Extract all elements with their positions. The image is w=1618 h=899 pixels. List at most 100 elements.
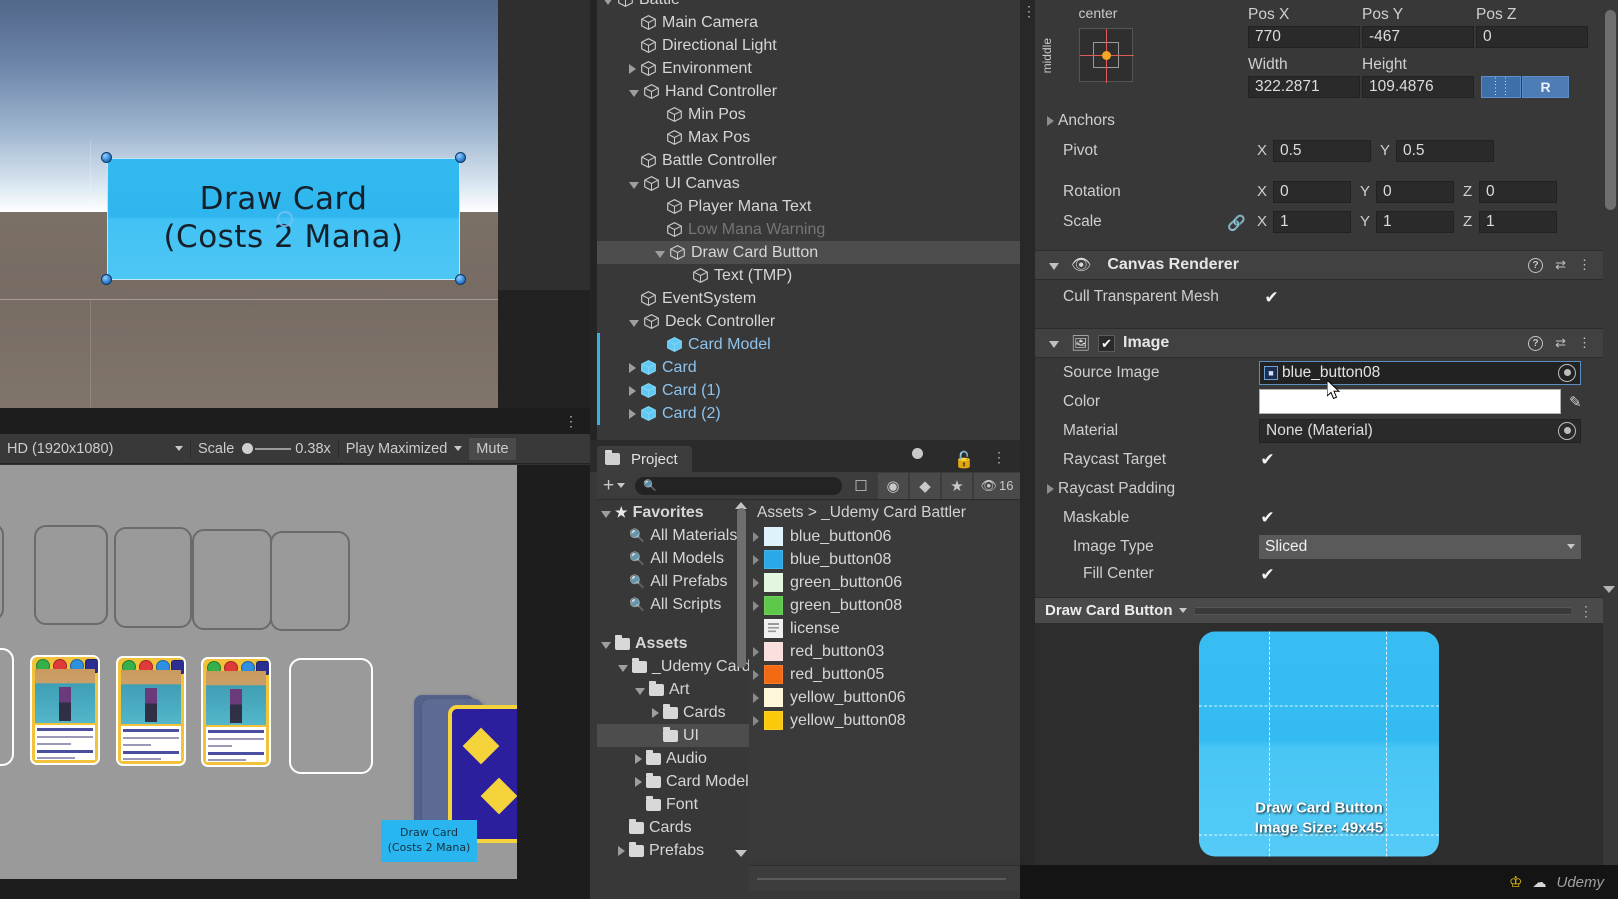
hand-slot-empty[interactable] bbox=[289, 658, 373, 774]
image-type-dropdown[interactable]: Sliced bbox=[1259, 534, 1581, 559]
hierarchy-item-battle-controller[interactable]: Battle Controller bbox=[597, 149, 1020, 172]
anchor-preset-button[interactable] bbox=[1079, 28, 1134, 83]
canvas-renderer-header[interactable]: 👁 Canvas Renderer ? ⇄ ⋮ bbox=[1035, 250, 1603, 280]
project-asset-list[interactable]: Assets > _Udemy Card Battler blue_button… bbox=[749, 501, 1020, 861]
asset-row-yellow_button06[interactable]: yellow_button06 bbox=[749, 686, 1020, 709]
asset-row-blue_button06[interactable]: blue_button06 bbox=[749, 525, 1020, 548]
pos-y-field[interactable]: -467 bbox=[1362, 26, 1474, 48]
project-search-input[interactable]: 🔍 bbox=[635, 476, 842, 495]
project-tree-item-card-models[interactable]: Card Models bbox=[597, 770, 749, 793]
hierarchy-item-deck-controller[interactable]: Deck Controller bbox=[597, 310, 1020, 333]
resize-handle-top-right[interactable] bbox=[455, 152, 466, 163]
chevron-down-icon-4[interactable] bbox=[1049, 263, 1059, 270]
object-picker-icon[interactable] bbox=[1558, 363, 1576, 382]
visibility-count-badge[interactable]: 👁 16 bbox=[974, 472, 1020, 499]
chevron-right-icon[interactable] bbox=[753, 715, 759, 726]
thumbnail-zoom-knob[interactable] bbox=[912, 448, 923, 459]
create-asset-button[interactable]: + bbox=[597, 473, 631, 499]
asset-row-yellow_button08[interactable]: yellow_button08 bbox=[749, 709, 1020, 732]
chevron-right-icon[interactable] bbox=[635, 753, 642, 764]
project-panel-menu-icon[interactable]: ⋮ bbox=[992, 450, 1006, 464]
preview-object-name[interactable]: Draw Card Button bbox=[1035, 602, 1179, 619]
thumbnail-zoom-track[interactable] bbox=[757, 878, 1006, 880]
hand-card[interactable] bbox=[116, 656, 186, 766]
hierarchy-item-battle[interactable]: Battle bbox=[597, 0, 1020, 11]
asset-row-green_button08[interactable]: green_button08 bbox=[749, 594, 1020, 617]
component-menu-icon-2[interactable]: ⋮ bbox=[1578, 335, 1591, 351]
component-menu-icon[interactable]: ⋮ bbox=[1578, 257, 1591, 273]
asset-row-blue_button08[interactable]: blue_button08 bbox=[749, 548, 1020, 571]
pivot-y-field[interactable]: 0.5 bbox=[1396, 140, 1494, 162]
board-slot[interactable] bbox=[0, 523, 4, 621]
help-icon[interactable]: ? bbox=[1528, 257, 1544, 273]
image-enabled-checkbox[interactable]: ✔ bbox=[1098, 334, 1116, 352]
inspector-scroll-down-icon[interactable] bbox=[1603, 586, 1615, 593]
hierarchy-item-low-mana-warning[interactable]: Low Mana Warning bbox=[597, 218, 1020, 241]
chevron-right-icon[interactable] bbox=[629, 408, 636, 419]
chevron-down-icon[interactable] bbox=[629, 181, 639, 189]
scale-slider-track[interactable] bbox=[255, 447, 292, 450]
mute-audio-button[interactable]: Mute bbox=[469, 437, 516, 460]
board-slot[interactable] bbox=[114, 527, 192, 628]
lock-icon[interactable]: 🔓 bbox=[954, 450, 974, 470]
resize-handle-bottom-left[interactable] bbox=[101, 274, 112, 285]
hierarchy-item-card[interactable]: Card bbox=[597, 356, 1020, 379]
hierarchy-item-directional-light[interactable]: Directional Light bbox=[597, 34, 1020, 57]
asset-row-red_button05[interactable]: red_button05 bbox=[749, 663, 1020, 686]
preview-menu-icon[interactable]: ⋮ bbox=[1579, 604, 1593, 618]
project-tab[interactable]: Project bbox=[597, 446, 692, 472]
blueprint-mode-button[interactable]: ⋮⋮ ⋮⋮ bbox=[1481, 76, 1521, 98]
eyedropper-icon[interactable]: ✎ bbox=[1569, 393, 1591, 411]
scale-slider[interactable]: Scale 0.38x bbox=[191, 434, 338, 464]
object-picker-icon-2[interactable] bbox=[1558, 421, 1576, 440]
chevron-down-icon[interactable] bbox=[629, 319, 639, 327]
hierarchy-item-eventsystem[interactable]: EventSystem bbox=[597, 287, 1020, 310]
project-folder-tree[interactable]: ★ Favorites 🔍 All Materials 🔍 All Models 🔍 All … bbox=[597, 501, 749, 861]
hierarchy-item-text-tmp[interactable]: Text (TMP) bbox=[597, 264, 1020, 287]
breadcrumb[interactable]: Assets > _Udemy Card Battler bbox=[749, 501, 1020, 525]
inspector-panel[interactable]: ⋮ center middle Pos X Pos Y Pos Z 770 -4… bbox=[1020, 0, 1618, 899]
game-panel-menu-icon[interactable]: ⋮ bbox=[564, 414, 578, 428]
raw-edit-mode-button[interactable]: R bbox=[1522, 76, 1569, 98]
chevron-right-icon[interactable] bbox=[753, 600, 759, 611]
chevron-down-icon[interactable] bbox=[635, 687, 645, 695]
chevron-right-icon[interactable] bbox=[629, 63, 636, 74]
chevron-right-icon[interactable] bbox=[753, 531, 759, 542]
hierarchy-item-card-1[interactable]: Card (1) bbox=[597, 379, 1020, 402]
filter-by-type-button[interactable]: ◉ bbox=[878, 472, 908, 499]
chevron-right-icon[interactable] bbox=[753, 669, 759, 680]
scale-slider-knob[interactable] bbox=[242, 443, 254, 454]
hierarchy-item-card-2[interactable]: Card (2) bbox=[597, 402, 1020, 425]
search-in-scene-button[interactable]: ☐ bbox=[846, 473, 876, 499]
project-tree-item-all-prefabs[interactable]: 🔍 All Prefabs bbox=[597, 570, 749, 593]
chevron-right-icon[interactable] bbox=[753, 692, 759, 703]
anchors-foldout[interactable]: Anchors bbox=[1047, 112, 1115, 130]
hand-slot[interactable] bbox=[0, 648, 14, 766]
resize-handle-bottom-right[interactable] bbox=[455, 274, 466, 285]
anchor-preset-widget[interactable] bbox=[1079, 28, 1134, 83]
tree-scrollbar[interactable] bbox=[737, 508, 746, 668]
chevron-right-icon[interactable] bbox=[618, 845, 625, 856]
preset-icon[interactable]: ⇄ bbox=[1555, 257, 1566, 273]
resolution-dropdown[interactable]: HD (1920x1080) bbox=[0, 434, 190, 464]
preview-canvas[interactable]: Draw Card Button Image Size: 49x45 bbox=[1035, 623, 1603, 865]
chevron-right-icon[interactable] bbox=[629, 385, 636, 396]
pivot-handle-icon[interactable] bbox=[277, 211, 293, 227]
chevron-down-icon-7[interactable] bbox=[1178, 608, 1187, 613]
pos-x-field[interactable]: 770 bbox=[1248, 26, 1360, 48]
scale-z-field[interactable]: 1 bbox=[1479, 211, 1557, 233]
board-slot[interactable] bbox=[270, 531, 350, 631]
board-slot[interactable] bbox=[192, 529, 272, 630]
hierarchy-item-max-pos[interactable]: Max Pos bbox=[597, 126, 1020, 149]
width-field[interactable]: 322.2871 bbox=[1248, 76, 1360, 98]
filter-favorites-button[interactable]: ★ bbox=[942, 472, 972, 499]
scale-x-field[interactable]: 1 bbox=[1273, 211, 1351, 233]
hierarchy-tree[interactable]: Battle Main Camera Directional Light Enviro… bbox=[597, 0, 1020, 425]
tree-scroll-down-icon[interactable] bbox=[735, 850, 747, 857]
asset-rows[interactable]: blue_button06 blue_button08 green_button06… bbox=[749, 525, 1020, 732]
fill-center-checkbox[interactable]: ✔ bbox=[1259, 566, 1276, 583]
pivot-x-field[interactable]: 0.5 bbox=[1273, 140, 1371, 162]
constrain-proportions-icon[interactable]: 🔗 bbox=[1227, 214, 1246, 232]
asset-row-red_button03[interactable]: red_button03 bbox=[749, 640, 1020, 663]
filter-by-label-button[interactable]: ◆ bbox=[910, 472, 940, 499]
